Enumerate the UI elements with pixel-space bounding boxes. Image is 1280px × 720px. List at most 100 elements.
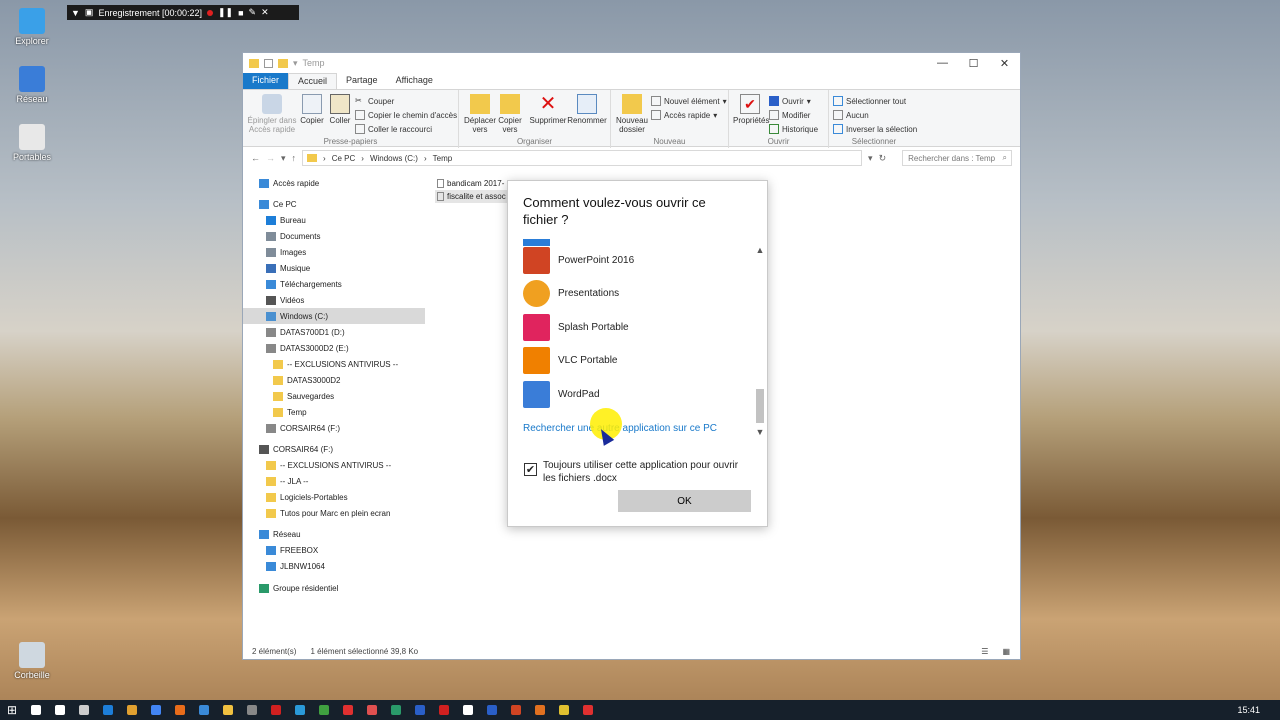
camera-icon[interactable]: ■ <box>238 8 243 18</box>
refresh-icon[interactable]: ↻ <box>879 153 887 164</box>
taskbar-app-icon[interactable] <box>576 700 600 720</box>
desktop-icon-network[interactable]: Réseau <box>10 66 54 104</box>
taskbar-app-icon[interactable] <box>528 700 552 720</box>
new-item-button[interactable]: Nouvel élément ▾ <box>651 96 727 106</box>
copy-button[interactable]: Copier <box>299 94 325 125</box>
select-none-button[interactable]: Aucun <box>833 110 869 120</box>
properties-button[interactable]: ✔ Propriétés <box>733 94 769 125</box>
delete-button[interactable]: ✕ Supprimer <box>529 94 567 125</box>
menu-triangle-icon[interactable]: ▼ <box>71 8 80 18</box>
taskbar-app-icon[interactable] <box>336 700 360 720</box>
open-button[interactable]: Ouvrir ▾ <box>769 96 811 106</box>
pause-icon[interactable]: ❚❚ <box>218 7 233 18</box>
breadcrumb-this-pc[interactable]: Ce PC <box>332 154 356 163</box>
file-item-bandicam[interactable]: bandicam 2017- <box>435 177 515 190</box>
scroll-thumb[interactable] <box>756 389 764 423</box>
record-icon[interactable] <box>207 9 213 16</box>
taskbar-app-icon[interactable] <box>216 700 240 720</box>
taskbar-app-icon[interactable] <box>504 700 528 720</box>
paste-shortcut-button[interactable]: Coller le raccourci <box>355 124 432 134</box>
nav-item[interactable]: DATAS3000D2 (E:) <box>243 340 425 356</box>
nav-item[interactable]: -- JLA -- <box>243 473 425 489</box>
nav-item[interactable]: Accès rapide <box>243 175 425 191</box>
taskbar-app-icon[interactable] <box>288 700 312 720</box>
nav-item[interactable]: Windows (C:) <box>243 308 425 324</box>
tab-file[interactable]: Fichier <box>243 73 289 89</box>
nav-item[interactable]: CORSAIR64 (F:) <box>243 441 425 457</box>
back-arrow-icon[interactable]: ← <box>251 153 260 163</box>
properties-qat-icon[interactable] <box>264 58 273 68</box>
taskbar-app-icon[interactable] <box>168 700 192 720</box>
tab-home[interactable]: Accueil <box>288 73 338 89</box>
nav-item[interactable]: Logiciels-Portables <box>243 489 425 505</box>
start-button[interactable]: ⊞ <box>0 700 24 720</box>
nav-item[interactable]: DATAS700D1 (D:) <box>243 324 425 340</box>
app-item[interactable]: Presentations <box>523 279 619 309</box>
recent-dropdown-icon[interactable]: ▾ <box>281 153 286 164</box>
desktop-icon-recycle-bin[interactable]: Corbeille <box>10 642 54 680</box>
taskbar-app-icon[interactable] <box>480 700 504 720</box>
taskbar-app-icon[interactable] <box>120 700 144 720</box>
close-window-button[interactable]: ✕ <box>989 57 1020 70</box>
nav-item[interactable]: Réseau <box>243 526 425 542</box>
nav-item[interactable]: FREEBOX <box>243 542 425 558</box>
app-item[interactable]: PowerPoint 2016 <box>523 245 634 275</box>
nav-item[interactable]: Images <box>243 244 425 260</box>
desktop-icon-explorer[interactable]: Explorer <box>10 8 54 46</box>
address-bar[interactable]: › Ce PC › Windows (C:) › Temp <box>302 150 863 166</box>
copy-path-button[interactable]: Copier le chemin d'accès <box>355 110 457 120</box>
move-to-button[interactable]: Déplacer vers <box>463 94 497 134</box>
taskbar-app-icon[interactable] <box>360 700 384 720</box>
maximize-button[interactable]: ☐ <box>958 57 989 70</box>
paste-button[interactable]: Coller <box>327 94 353 125</box>
nav-item[interactable]: Ce PC <box>243 196 425 212</box>
taskbar-app-icon[interactable] <box>264 700 288 720</box>
taskbar-app-icon[interactable] <box>72 700 96 720</box>
app-item[interactable]: Splash Portable <box>523 312 629 342</box>
new-folder-qat-icon[interactable] <box>278 58 288 68</box>
details-view-icon[interactable]: ☰ <box>981 647 988 656</box>
app-item[interactable]: VLC Portable <box>523 346 617 376</box>
app-item[interactable]: WordPad <box>523 379 600 409</box>
scroll-up-icon[interactable]: ▲ <box>754 245 766 255</box>
taskbar-app-icon[interactable] <box>240 700 264 720</box>
nav-item[interactable]: Documents <box>243 228 425 244</box>
nav-item[interactable]: Bureau <box>243 212 425 228</box>
app-list-scrollbar[interactable]: ▲ ▼ <box>754 239 766 441</box>
nav-item[interactable]: DATAS3000D2 <box>243 372 425 388</box>
ok-button[interactable]: OK <box>618 490 751 512</box>
taskbar-app-icon[interactable] <box>144 700 168 720</box>
taskbar-app-icon[interactable] <box>96 700 120 720</box>
taskbar-app-icon[interactable] <box>456 700 480 720</box>
close-icon[interactable]: ✕ <box>261 7 269 18</box>
easy-access-button[interactable]: Accès rapide ▾ <box>651 110 717 120</box>
up-arrow-icon[interactable]: ↑ <box>292 153 297 163</box>
minimize-button[interactable]: — <box>927 57 958 70</box>
desktop-icon-portables[interactable]: Portables <box>10 124 54 162</box>
file-item-fiscalite[interactable]: fiscalite et assoc <box>435 190 515 203</box>
nav-item[interactable]: JLBNW1064 <box>243 558 425 574</box>
invert-selection-button[interactable]: Inverser la sélection <box>833 124 917 134</box>
taskbar-app-icon[interactable] <box>192 700 216 720</box>
search-input[interactable]: Rechercher dans : Temp ⌕ <box>902 150 1012 166</box>
nav-item[interactable]: Vidéos <box>243 292 425 308</box>
restore-icon[interactable]: ▣ <box>85 7 94 18</box>
taskbar-app-icon[interactable] <box>552 700 576 720</box>
nav-item[interactable]: Téléchargements <box>243 276 425 292</box>
taskbar-app-icon[interactable] <box>48 700 72 720</box>
cut-button[interactable]: ✂ Couper <box>355 96 394 106</box>
rename-button[interactable]: Renommer <box>567 94 607 125</box>
history-button[interactable]: Historique <box>769 124 818 134</box>
tab-view[interactable]: Affichage <box>387 73 442 89</box>
taskbar-app-icon[interactable] <box>24 700 48 720</box>
select-all-button[interactable]: Sélectionner tout <box>833 96 906 106</box>
taskbar-app-icon[interactable] <box>408 700 432 720</box>
edit-button[interactable]: Modifier <box>769 110 810 120</box>
large-icons-view-icon[interactable]: ▦ <box>1002 647 1020 656</box>
taskbar-app-icon[interactable] <box>384 700 408 720</box>
nav-item[interactable]: CORSAIR64 (F:) <box>243 420 425 436</box>
nav-item[interactable]: -- EXCLUSIONS ANTIVIRUS -- <box>243 356 425 372</box>
breadcrumb-temp[interactable]: Temp <box>433 154 453 163</box>
nav-item[interactable]: Sauvegardes <box>243 388 425 404</box>
nav-item[interactable]: -- EXCLUSIONS ANTIVIRUS -- <box>243 457 425 473</box>
